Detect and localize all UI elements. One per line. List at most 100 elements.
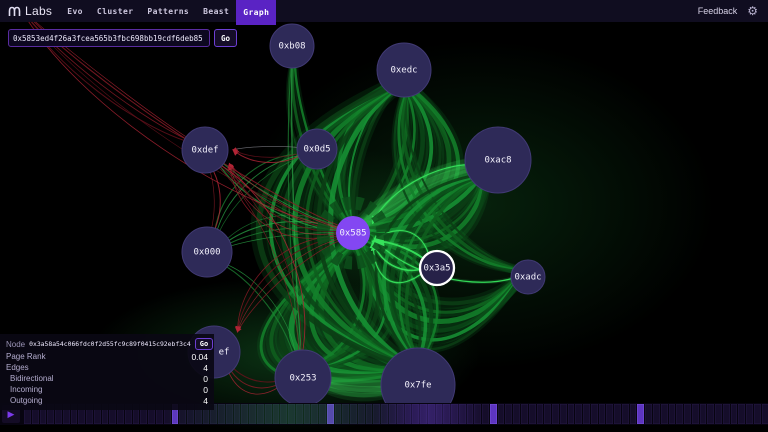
- timeline-segment[interactable]: [738, 404, 745, 424]
- timeline-segment[interactable]: [482, 404, 489, 424]
- graph-node-0x000[interactable]: 0x000: [182, 227, 232, 277]
- node-label: 0xdef: [191, 146, 218, 156]
- tab-beast[interactable]: Beast: [196, 0, 236, 22]
- timeline-segment[interactable]: [342, 404, 349, 424]
- timeline-segment[interactable]: [397, 404, 404, 424]
- timeline-segment[interactable]: [568, 404, 575, 424]
- timeline-segment[interactable]: [505, 404, 512, 424]
- timeline-segment[interactable]: [234, 404, 241, 424]
- timeline-segment-highlight[interactable]: [637, 404, 644, 424]
- settings-gear-icon[interactable]: ⚙: [747, 5, 758, 17]
- timeline-segment[interactable]: [529, 404, 536, 424]
- graph-node-0xedc[interactable]: 0xedc: [377, 43, 431, 97]
- timeline-segment[interactable]: [692, 404, 699, 424]
- timeline-segment[interactable]: [226, 404, 233, 424]
- timeline-segment[interactable]: [723, 404, 730, 424]
- timeline-segment[interactable]: [350, 404, 357, 424]
- timeline-segment[interactable]: [653, 404, 660, 424]
- tab-patterns[interactable]: Patterns: [140, 0, 196, 22]
- timeline-segment[interactable]: [366, 404, 373, 424]
- node-address: 0x3a58a54c066fdc0f2d55fc9c89f0415c92ebf3…: [29, 340, 191, 348]
- timeline-segment[interactable]: [373, 404, 380, 424]
- timeline-segment[interactable]: [754, 404, 761, 424]
- timeline-segment[interactable]: [335, 404, 342, 424]
- graph-node-0x585[interactable]: 0x585: [336, 216, 370, 250]
- tab-cluster[interactable]: Cluster: [90, 0, 141, 22]
- timeline-segment[interactable]: [552, 404, 559, 424]
- timeline-segment[interactable]: [700, 404, 707, 424]
- timeline-segment[interactable]: [265, 404, 272, 424]
- timeline-segment[interactable]: [389, 404, 396, 424]
- feedback-button[interactable]: Feedback: [698, 6, 738, 16]
- timeline-segment[interactable]: [622, 404, 629, 424]
- timeline-segment[interactable]: [591, 404, 598, 424]
- graph-node-0x253[interactable]: 0x253: [275, 350, 331, 406]
- graph-node-0xac8[interactable]: 0xac8: [465, 127, 531, 193]
- timeline-segment[interactable]: [762, 404, 768, 424]
- timeline-segment[interactable]: [241, 404, 248, 424]
- timeline-segment[interactable]: [249, 404, 256, 424]
- graph-node-0x0d5[interactable]: 0x0d5: [297, 129, 337, 169]
- node-label: ef: [219, 348, 230, 358]
- timeline-segment[interactable]: [443, 404, 450, 424]
- tab-evo[interactable]: Evo: [60, 0, 90, 22]
- graph-node-0xdef[interactable]: 0xdef: [182, 127, 228, 173]
- timeline-segment[interactable]: [684, 404, 691, 424]
- timeline-segment[interactable]: [498, 404, 505, 424]
- timeline-segment[interactable]: [614, 404, 621, 424]
- timeline-segment[interactable]: [575, 404, 582, 424]
- timeline-segment[interactable]: [661, 404, 668, 424]
- timeline-segment[interactable]: [715, 404, 722, 424]
- node-go-button[interactable]: Go: [195, 338, 213, 350]
- graph-node-0xadc[interactable]: 0xadc: [511, 260, 545, 294]
- timeline-segment[interactable]: [459, 404, 466, 424]
- timeline-segment[interactable]: [669, 404, 676, 424]
- logo-text: Labs: [25, 4, 52, 18]
- stat-row-page-rank: Page Rank 0.04: [6, 351, 208, 362]
- timeline-segment[interactable]: [296, 404, 303, 424]
- timeline-segment[interactable]: [358, 404, 365, 424]
- graph-node-0x3a5[interactable]: 0x3a5: [420, 251, 454, 285]
- timeline-segment[interactable]: [428, 404, 435, 424]
- timeline-segment[interactable]: [513, 404, 520, 424]
- timeline-segment[interactable]: [521, 404, 528, 424]
- node-stats-panel: Node 0x3a58a54c066fdc0f2d55fc9c89f0415c9…: [0, 334, 214, 410]
- graph-node-0xb08[interactable]: 0xb08: [270, 24, 314, 68]
- timeline-segment[interactable]: [311, 404, 318, 424]
- timeline-segment[interactable]: [537, 404, 544, 424]
- timeline-segment[interactable]: [467, 404, 474, 424]
- timeline-segment[interactable]: [451, 404, 458, 424]
- timeline-segment[interactable]: [288, 404, 295, 424]
- timeline-segment[interactable]: [560, 404, 567, 424]
- timeline-segment[interactable]: [583, 404, 590, 424]
- timeline-segment-highlight[interactable]: [327, 404, 334, 424]
- timeline-segment[interactable]: [630, 404, 637, 424]
- timeline-segment[interactable]: [731, 404, 738, 424]
- timeline-segment[interactable]: [544, 404, 551, 424]
- timeline-segment[interactable]: [273, 404, 280, 424]
- top-bar: Labs Evo Cluster Patterns Beast Graph Fe…: [0, 0, 768, 22]
- timeline-segment[interactable]: [436, 404, 443, 424]
- node-label: 0xb08: [278, 42, 305, 52]
- timeline-segment[interactable]: [599, 404, 606, 424]
- timeline-segment[interactable]: [218, 404, 225, 424]
- timeline-segment[interactable]: [707, 404, 714, 424]
- timeline-segment[interactable]: [746, 404, 753, 424]
- timeline-segment[interactable]: [606, 404, 613, 424]
- tab-graph[interactable]: Graph: [236, 0, 276, 25]
- timeline-segment[interactable]: [381, 404, 388, 424]
- timeline-segment[interactable]: [474, 404, 481, 424]
- timeline-segment[interactable]: [405, 404, 412, 424]
- stat-row-outgoing: Outgoing 4: [6, 395, 208, 406]
- timeline-segment[interactable]: [257, 404, 264, 424]
- timeline-segment[interactable]: [645, 404, 652, 424]
- timeline-segment[interactable]: [676, 404, 683, 424]
- timeline-segment[interactable]: [319, 404, 326, 424]
- timeline-segment[interactable]: [304, 404, 311, 424]
- search-go-button[interactable]: Go: [214, 29, 237, 47]
- timeline-segment[interactable]: [420, 404, 427, 424]
- timeline-segment[interactable]: [280, 404, 287, 424]
- address-input[interactable]: [8, 29, 210, 47]
- timeline-segment[interactable]: [412, 404, 419, 424]
- timeline-segment-highlight[interactable]: [490, 404, 497, 424]
